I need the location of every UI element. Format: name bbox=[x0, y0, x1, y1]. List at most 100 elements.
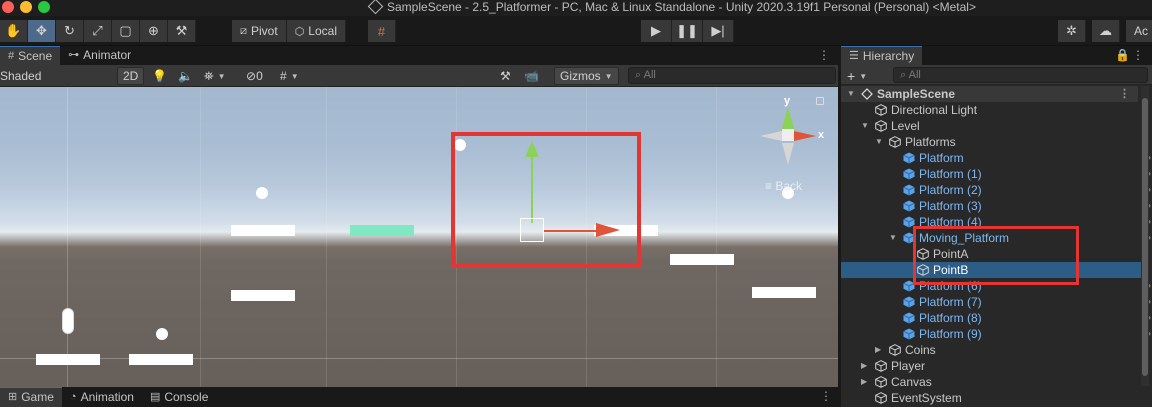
scene-options-icon[interactable]: ⋮ bbox=[818, 48, 830, 62]
2d-toggle[interactable]: 2D bbox=[117, 67, 145, 85]
create-dropdown[interactable]: + ▼ bbox=[847, 67, 867, 85]
lighting-toggle[interactable]: 💡 bbox=[152, 67, 167, 85]
grid-line bbox=[716, 87, 717, 387]
custom-tool-button[interactable]: ⚒ bbox=[168, 20, 196, 42]
hierarchy-options-icon[interactable]: ⋮ bbox=[1132, 48, 1144, 62]
grid-snap-button[interactable]: # bbox=[368, 20, 396, 42]
main-toolbar: ✋ ✥ ↻ ⤢ ▢ ⊕ ⚒ ⧄ Pivot ⬡ Local # ▶ ❚❚ ▶| ✲ … bbox=[0, 16, 1152, 46]
tab-animator-label: Animator bbox=[83, 48, 132, 62]
tab-console[interactable]: ▤ Console bbox=[142, 387, 216, 407]
hierarchy-icon: ☰ bbox=[849, 49, 859, 62]
hierarchy-item[interactable]: Platform (2) › bbox=[841, 182, 1151, 198]
expanded-arrow-icon[interactable]: ▼ bbox=[847, 86, 857, 102]
scale-tool-button[interactable]: ⤢ bbox=[84, 20, 112, 42]
collapsed-arrow-icon[interactable]: ▶ bbox=[861, 374, 871, 390]
grid-snap-icon: # bbox=[377, 23, 386, 39]
eye-slash-icon: ⊘ bbox=[246, 69, 257, 83]
platform-object[interactable] bbox=[231, 225, 295, 236]
scene-options-icon[interactable]: ⋮ bbox=[1119, 86, 1130, 102]
hand-tool-button[interactable]: ✋ bbox=[0, 20, 28, 42]
coin-object[interactable] bbox=[156, 328, 168, 340]
prefab-cube-icon bbox=[903, 152, 915, 164]
hierarchy-item-label: Platform (3) bbox=[919, 199, 982, 213]
tab-game[interactable]: ⊞ Game bbox=[0, 387, 62, 407]
scene-root-row[interactable]: ▼ SampleScene ⋮ bbox=[841, 86, 1138, 102]
grid-dropdown[interactable]: # ▼ bbox=[280, 67, 299, 85]
pivot-toggles: ⧄ Pivot ⬡ Local bbox=[232, 20, 346, 42]
platform-object[interactable] bbox=[36, 354, 100, 365]
hierarchy-item-label: Level bbox=[891, 119, 920, 133]
grid-line bbox=[0, 358, 838, 359]
orientation-back-label[interactable]: ≡ Back bbox=[765, 179, 802, 193]
tab-console-label: Console bbox=[164, 389, 209, 404]
hierarchy-item[interactable]: ▼ Platforms bbox=[841, 134, 1141, 150]
hierarchy-item[interactable]: ▼ Level bbox=[841, 118, 1141, 134]
rect-tool-button[interactable]: ▢ bbox=[112, 20, 140, 42]
pivot-toggle[interactable]: ⧄ Pivot bbox=[232, 20, 287, 42]
transform-tool-button[interactable]: ⊕ bbox=[140, 20, 168, 42]
cloud-button[interactable]: ☁ bbox=[1092, 20, 1120, 42]
expanded-arrow-icon[interactable]: ▼ bbox=[889, 230, 899, 246]
orientation-gizmo[interactable]: y x bbox=[754, 95, 830, 167]
audio-toggle[interactable]: 🔈 bbox=[178, 67, 193, 85]
collapsed-arrow-icon[interactable]: ▶ bbox=[861, 358, 871, 374]
hierarchy-item[interactable]: ▶ Coins bbox=[841, 342, 1141, 358]
hierarchy-search-input[interactable]: ⌕ All bbox=[893, 67, 1148, 83]
hierarchy-item[interactable]: Directional Light bbox=[841, 102, 1141, 118]
hierarchy-lock-icon[interactable]: 🔒 bbox=[1115, 48, 1130, 62]
expanded-arrow-icon[interactable]: ▼ bbox=[861, 118, 871, 134]
scene-search-input[interactable]: ⌕ All bbox=[628, 67, 836, 84]
close-window-button[interactable] bbox=[2, 1, 14, 13]
hierarchy-item[interactable]: Platform › bbox=[841, 150, 1151, 166]
shading-mode-dropdown[interactable]: Shaded bbox=[0, 67, 41, 85]
lock-icon[interactable] bbox=[816, 97, 824, 105]
unity-logo-icon bbox=[367, 0, 384, 15]
chevron-down-icon: ▼ bbox=[859, 71, 868, 81]
hierarchy-item[interactable]: Platform (1) › bbox=[841, 166, 1151, 182]
move-tool-button[interactable]: ✥ bbox=[28, 20, 56, 42]
hierarchy-item[interactable]: Platform (9) › bbox=[841, 326, 1151, 342]
minimize-window-button[interactable] bbox=[20, 1, 32, 13]
window-title-text: SampleScene - 2.5_Platformer - PC, Mac &… bbox=[387, 0, 976, 14]
tab-scene[interactable]: # Scene bbox=[0, 46, 61, 65]
hierarchy-item[interactable]: Platform (8) › bbox=[841, 310, 1151, 326]
hierarchy-item[interactable]: Platform (3) › bbox=[841, 198, 1151, 214]
bottom-options-icon[interactable]: ⋮ bbox=[820, 389, 832, 403]
platform-object[interactable] bbox=[231, 290, 295, 301]
account-button[interactable]: Ac bbox=[1126, 20, 1152, 42]
platform-object[interactable] bbox=[129, 354, 193, 365]
gizmos-dropdown[interactable]: Gizmos ▼ bbox=[554, 67, 619, 85]
scrollbar-thumb[interactable] bbox=[1142, 98, 1148, 376]
hierarchy-item[interactable]: Platform (7) › bbox=[841, 294, 1151, 310]
tab-hierarchy[interactable]: ☰ Hierarchy bbox=[841, 46, 923, 65]
pause-button[interactable]: ❚❚ bbox=[672, 20, 703, 42]
hierarchy-item[interactable]: ▶ Canvas bbox=[841, 374, 1141, 390]
hierarchy-item[interactable]: EventSystem bbox=[841, 390, 1141, 406]
tab-animator[interactable]: ⊶ Animator bbox=[60, 46, 139, 65]
tab-hierarchy-label: Hierarchy bbox=[862, 48, 915, 63]
collapsed-arrow-icon[interactable]: ▶ bbox=[875, 342, 885, 358]
player-object[interactable] bbox=[62, 308, 74, 334]
move-icon: ✥ bbox=[36, 23, 47, 38]
tab-animation[interactable]: ◔ Animation bbox=[62, 387, 142, 407]
scene-viewport[interactable]: y x ≡ Back bbox=[0, 87, 838, 387]
expanded-arrow-icon[interactable]: ▼ bbox=[875, 134, 885, 150]
hierarchy-scrollbar[interactable] bbox=[1141, 86, 1149, 386]
transform-tools: ✋ ✥ ↻ ⤢ ▢ ⊕ ⚒ bbox=[0, 20, 196, 42]
moving-platform-object[interactable] bbox=[350, 225, 414, 236]
services-button[interactable]: ✲ bbox=[1058, 20, 1086, 42]
camera-dropdown[interactable]: 📹 bbox=[524, 67, 539, 85]
zoom-window-button[interactable] bbox=[38, 1, 50, 13]
window-title: SampleScene - 2.5_Platformer - PC, Mac &… bbox=[367, 0, 976, 16]
tools-overlay-toggle[interactable]: ⚒ bbox=[500, 67, 511, 85]
platform-object[interactable] bbox=[670, 254, 734, 265]
local-toggle[interactable]: ⬡ Local bbox=[286, 20, 346, 42]
hidden-objects-toggle[interactable]: ⊘ 0 bbox=[246, 67, 263, 85]
coin-object[interactable] bbox=[256, 187, 268, 199]
rotate-tool-button[interactable]: ↻ bbox=[56, 20, 84, 42]
hierarchy-item[interactable]: ▶ Player bbox=[841, 358, 1141, 374]
play-button[interactable]: ▶ bbox=[641, 20, 672, 42]
effects-dropdown[interactable]: ⛯ ▼ bbox=[204, 67, 226, 85]
platform-object[interactable] bbox=[752, 287, 816, 298]
step-button[interactable]: ▶| bbox=[703, 20, 734, 42]
